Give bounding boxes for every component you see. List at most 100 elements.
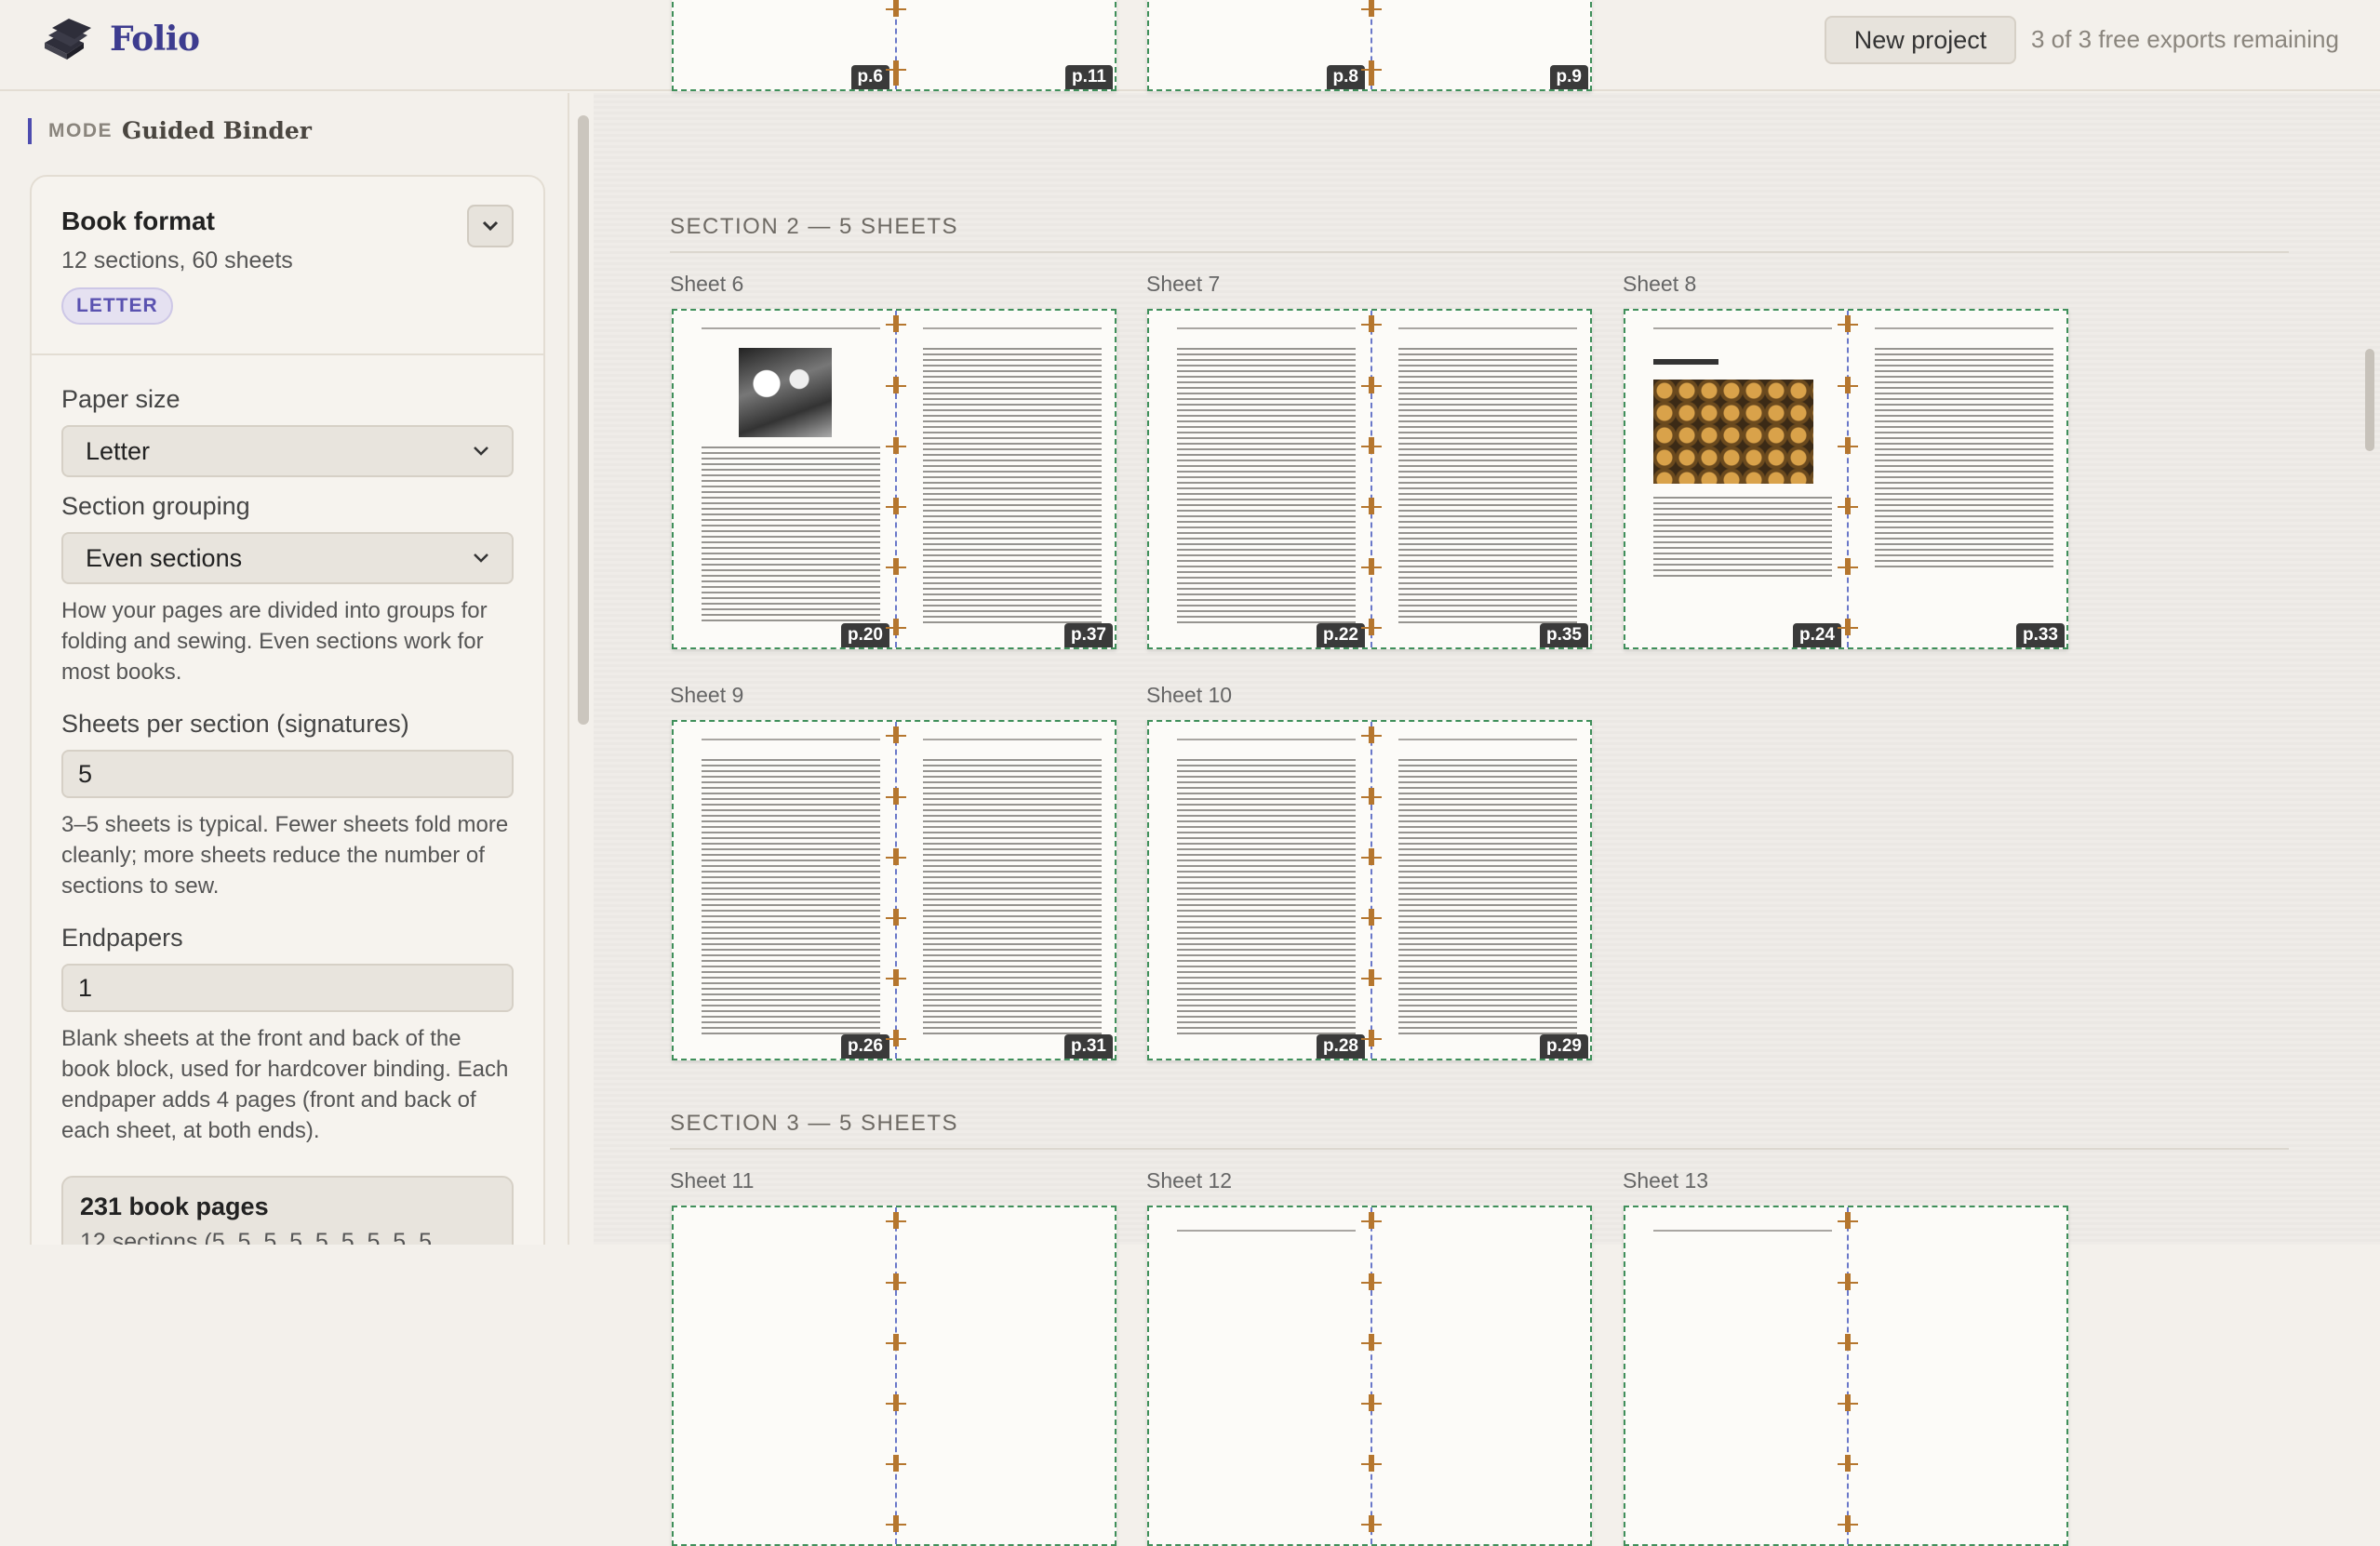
stitch-line bbox=[1838, 1403, 1858, 1405]
fold-line bbox=[1371, 722, 1372, 1059]
right-page-number: p.37 bbox=[1063, 623, 1113, 647]
summary-subtitle: 12 sections (5, 5, 5, 5, 5, 5, 5, 5, 5, bbox=[80, 1229, 438, 1245]
running-header bbox=[1398, 739, 1577, 740]
sheet-label: Sheet 9 bbox=[670, 683, 744, 707]
sheet-card[interactable]: p.8 p.9 bbox=[1147, 0, 1592, 91]
page-text bbox=[702, 446, 880, 623]
sheets-per-section-input[interactable]: 5 bbox=[61, 750, 514, 798]
sheet-label: Sheet 13 bbox=[1623, 1168, 1709, 1193]
summary-title: 231 book pages bbox=[80, 1193, 269, 1220]
main-scroll-thumb[interactable] bbox=[2365, 349, 2374, 451]
fold-line bbox=[1371, 311, 1372, 647]
running-header bbox=[1875, 327, 2053, 329]
left-page-number: p.24 bbox=[1792, 623, 1841, 647]
stitch-line bbox=[1361, 324, 1382, 326]
stitch-line bbox=[886, 566, 906, 568]
sheet-card[interactable] bbox=[672, 1206, 1116, 1546]
sheet-card[interactable]: p.26 p.31 bbox=[672, 720, 1116, 1060]
stitch-line bbox=[1361, 8, 1382, 10]
panel-subtitle: 12 sections, 60 sheets bbox=[61, 247, 293, 273]
stitch-line bbox=[1361, 857, 1382, 859]
running-header bbox=[1398, 327, 1577, 329]
stitch-line bbox=[886, 627, 906, 629]
stitch-line bbox=[1361, 566, 1382, 568]
sheet-card[interactable]: p.20 p.37 bbox=[672, 309, 1116, 649]
left-page-number: p.28 bbox=[1316, 1034, 1365, 1059]
stitch-line bbox=[1361, 1524, 1382, 1526]
chevron-down-icon bbox=[474, 446, 488, 456]
sheet-label: Sheet 8 bbox=[1623, 272, 1697, 296]
chevron-down-icon bbox=[482, 220, 499, 232]
right-page-number: p.35 bbox=[1539, 623, 1588, 647]
running-header bbox=[1177, 327, 1356, 329]
stitch-line bbox=[1361, 446, 1382, 447]
left-page-number: p.8 bbox=[1326, 65, 1365, 89]
fold-line bbox=[895, 1207, 897, 1544]
sheet-card[interactable]: p.6 p.11 bbox=[672, 0, 1116, 91]
right-page-number: p.33 bbox=[2015, 623, 2065, 647]
fold-line bbox=[895, 722, 897, 1059]
stitch-line bbox=[886, 385, 906, 387]
stitch-line bbox=[1361, 506, 1382, 508]
running-header bbox=[1177, 739, 1356, 740]
section-grouping-value: Even sections bbox=[86, 543, 243, 572]
left-page-number: p.26 bbox=[840, 1034, 889, 1059]
stitch-line bbox=[886, 857, 906, 859]
stitch-line bbox=[1361, 69, 1382, 71]
stitch-line bbox=[1361, 735, 1382, 737]
fold-line bbox=[1371, 1207, 1372, 1544]
sidebar-scrollbar[interactable] bbox=[578, 100, 589, 1245]
sidebar-scroll-thumb[interactable] bbox=[578, 115, 589, 725]
right-page-number: p.9 bbox=[1549, 65, 1588, 89]
new-project-button[interactable]: New project bbox=[1825, 16, 2016, 64]
stitch-line bbox=[886, 917, 906, 919]
page-text bbox=[923, 759, 1102, 1038]
stitch-line bbox=[886, 1524, 906, 1526]
stitch-line bbox=[1361, 1282, 1382, 1284]
stitch-line bbox=[886, 1282, 906, 1284]
paper-size-select[interactable]: Letter bbox=[61, 425, 514, 477]
page-text bbox=[1177, 759, 1356, 1038]
stitch-line bbox=[1361, 917, 1382, 919]
stitch-line bbox=[1361, 385, 1382, 387]
endpapers-input[interactable]: 1 bbox=[61, 964, 514, 1012]
stitch-line bbox=[886, 796, 906, 798]
sheet-card[interactable]: p.24 p.33 bbox=[1624, 309, 2068, 649]
stitch-line bbox=[886, 506, 906, 508]
endpapers-hint: Blank sheets at the front and back of th… bbox=[61, 1026, 509, 1143]
section-heading: SECTION 2 — 5 SHEETS bbox=[670, 214, 2289, 253]
collapse-button[interactable] bbox=[467, 205, 514, 247]
books-logo-icon bbox=[45, 19, 91, 60]
stitch-line bbox=[1838, 1220, 1858, 1222]
stitch-line bbox=[886, 1463, 906, 1465]
page-text bbox=[1398, 348, 1577, 627]
page-summary: 231 book pages 12 sections (5, 5, 5, 5, … bbox=[61, 1176, 514, 1245]
stitch-line bbox=[886, 735, 906, 737]
left-page-number: p.22 bbox=[1316, 623, 1365, 647]
exports-remaining-text: 3 of 3 free exports remaining bbox=[2031, 25, 2339, 53]
stitch-line bbox=[1838, 1524, 1858, 1526]
sheets-per-section-hint: 3–5 sheets is typical. Fewer sheets fold… bbox=[61, 812, 509, 899]
stitch-line bbox=[1361, 978, 1382, 980]
sheet-label: Sheet 10 bbox=[1146, 683, 1233, 707]
sheet-card[interactable]: p.22 p.35 bbox=[1147, 309, 1592, 649]
right-page-number: p.29 bbox=[1539, 1034, 1588, 1059]
stitch-line bbox=[1838, 627, 1858, 629]
sheet-card[interactable] bbox=[1624, 1206, 2068, 1546]
stitch-line bbox=[1838, 1342, 1858, 1344]
chapter-heading bbox=[1653, 359, 1718, 365]
running-header bbox=[1653, 327, 1832, 329]
section-grouping-select[interactable]: Even sections bbox=[61, 532, 514, 584]
main-scrollbar[interactable] bbox=[2363, 93, 2376, 1245]
logo[interactable]: Folio bbox=[41, 15, 200, 63]
stitch-line bbox=[886, 69, 906, 71]
right-page-number: p.31 bbox=[1063, 1034, 1113, 1059]
page-text bbox=[923, 348, 1102, 627]
page-text bbox=[702, 759, 880, 1038]
stitch-line bbox=[886, 446, 906, 447]
left-page-number: p.6 bbox=[850, 65, 889, 89]
sidebar: MODE Guided Binder Book format 12 sectio… bbox=[0, 93, 569, 1245]
sheet-label: Sheet 6 bbox=[670, 272, 744, 296]
sheet-card[interactable]: p.28 p.29 bbox=[1147, 720, 1592, 1060]
sheet-card[interactable] bbox=[1147, 1206, 1592, 1546]
